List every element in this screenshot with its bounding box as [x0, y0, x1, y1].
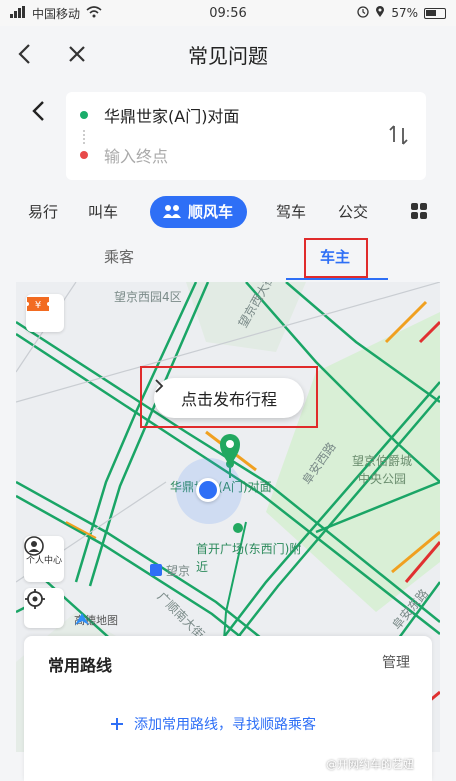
tab-easy-travel[interactable]: 易行	[28, 196, 58, 228]
role-tabs: 乘客 车主	[0, 236, 456, 282]
battery-icon	[424, 7, 446, 19]
alarm-icon	[357, 5, 369, 21]
map-label-park: 望京伯爵城 中央公园	[352, 454, 413, 486]
tab-carpool[interactable]: 顺风车	[150, 196, 248, 228]
current-location-icon	[196, 478, 220, 502]
personal-center-button[interactable]: 个人中心	[24, 536, 64, 582]
app-header: 常见问题	[0, 26, 456, 82]
swap-icon[interactable]	[386, 120, 412, 150]
end-dot-icon	[80, 151, 88, 159]
add-route-label: 添加常用路线，寻找顺路乘客	[134, 717, 316, 733]
wifi-icon	[86, 5, 102, 21]
mode-tabs: 易行 叫车 顺风车 驾车 公交	[0, 192, 456, 232]
tab-drive[interactable]: 驾车	[276, 196, 306, 228]
frequent-routes-title: 常用路线	[48, 656, 113, 675]
publish-trip-button[interactable]: 点击发布行程	[154, 378, 304, 418]
user-icon	[24, 536, 44, 556]
carrier-label: 中国移动	[32, 6, 81, 21]
start-dot-icon	[80, 111, 88, 119]
coupon-button[interactable]: ¥	[26, 294, 64, 332]
destination-placeholder: 输入终点	[104, 147, 169, 166]
more-grid-icon[interactable]	[410, 202, 428, 220]
location-icon	[375, 5, 385, 21]
plus-icon	[111, 718, 123, 730]
manage-routes-button[interactable]: 管理	[382, 652, 410, 672]
coupon-icon: ¥	[27, 297, 49, 311]
battery-level: 57%	[391, 6, 418, 20]
close-icon[interactable]	[62, 39, 92, 69]
svg-text:¥: ¥	[35, 300, 41, 311]
active-tab-underline	[286, 278, 388, 280]
back-icon[interactable]	[10, 39, 40, 69]
add-route-button[interactable]: 添加常用路线，寻找顺路乘客	[110, 714, 316, 734]
crosshair-icon	[25, 589, 45, 609]
amap-logo: 高德地图	[74, 612, 118, 628]
signal-icon	[10, 5, 26, 21]
route-card: 华鼎世家(A门)对面 输入终点	[66, 92, 426, 180]
map-label-district: 望京西园4区	[114, 290, 182, 304]
driver-tab-highlight	[304, 238, 368, 278]
map-label-plaza: 首开广场(东西门)附近	[196, 542, 302, 574]
locate-button[interactable]	[24, 588, 64, 628]
tab-carpool-label: 顺风车	[188, 203, 234, 221]
map-label-metro: 望京	[166, 564, 191, 578]
amap-logo-icon	[75, 613, 89, 625]
destination-input[interactable]: 输入终点	[80, 140, 168, 170]
watermark: @开网约车的艺妞	[326, 758, 414, 771]
chevron-right-icon	[155, 379, 164, 393]
tab-passenger[interactable]: 乘客	[104, 246, 134, 267]
tab-bus[interactable]: 公交	[338, 196, 368, 228]
carpool-people-icon	[163, 205, 181, 218]
publish-trip-label: 点击发布行程	[180, 390, 277, 409]
route-panel: 华鼎世家(A门)对面 输入终点	[0, 82, 456, 192]
start-location-text: 华鼎世家(A门)对面	[104, 107, 240, 126]
status-bar: 中国移动 09:56 57%	[0, 0, 456, 26]
route-back-icon[interactable]	[26, 96, 52, 126]
tab-taxi[interactable]: 叫车	[88, 196, 118, 228]
start-location[interactable]: 华鼎世家(A门)对面	[80, 100, 239, 130]
